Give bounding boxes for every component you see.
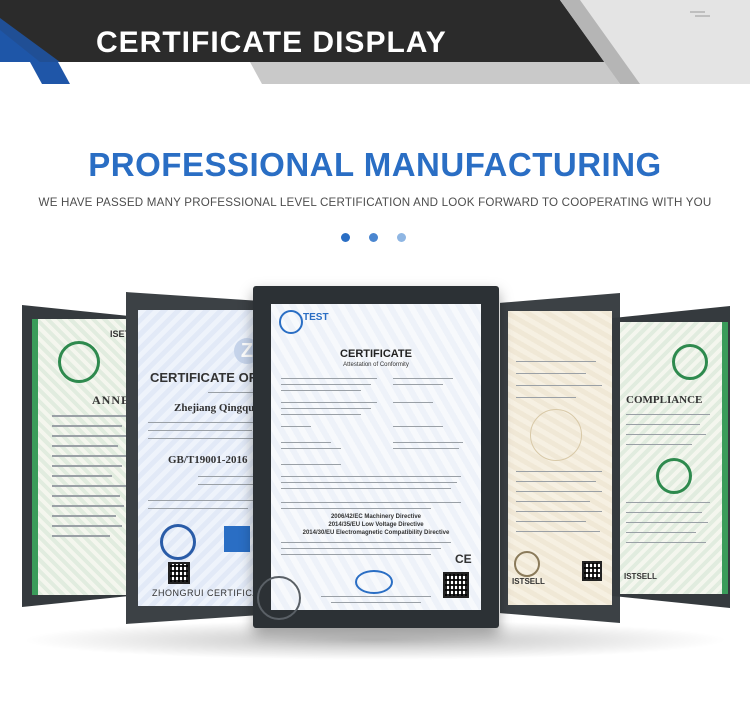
- seal-icon: [656, 458, 692, 494]
- seal-icon: [672, 344, 708, 380]
- certificate-paper: ISTSELL: [508, 311, 612, 605]
- qr-code-icon: [582, 561, 602, 581]
- carousel-dot-1[interactable]: [341, 233, 350, 242]
- carousel-dot-2[interactable]: [369, 233, 378, 242]
- certificate-paper: COMPLIANCE ISTSELL: [620, 322, 728, 594]
- directive-line-3: 2014/30/EU Electromagnetic Compatibility…: [302, 530, 450, 536]
- directive-line-1: 2006/42/EC Machinery Directive: [330, 514, 422, 520]
- certificate-label: ISTSELL: [512, 577, 545, 586]
- directive-line-2: 2014/35/EU Low Voltage Directive: [328, 522, 424, 528]
- qr-code-icon: [443, 572, 469, 598]
- certificate-frame-right: ISTSELL: [500, 293, 620, 623]
- certificate-footer: ZHONGRUI CERTIFICATION: [152, 588, 268, 598]
- certificate-heading: CERTIFICATE OF: [150, 370, 257, 385]
- ce-mark-icon: CE: [455, 552, 472, 566]
- certificate-logo-text: TEST: [303, 312, 329, 323]
- qr-code-icon: [168, 562, 190, 584]
- certificate-label: ISTSELL: [624, 572, 657, 581]
- certificate-paper: Z CERTIFICATE OF Zhejiang Qingquan GB/T1…: [138, 310, 268, 606]
- page-title: PROFESSIONAL MANUFACTURING: [88, 146, 662, 183]
- certificate-frame-center: TEST CERTIFICATE Attestation of Conformi…: [253, 286, 499, 628]
- stamp-icon: [514, 551, 540, 577]
- accreditation-mark-icon: [224, 526, 250, 552]
- page-subtitle: WE HAVE PASSED MANY PROFESSIONAL LEVEL C…: [38, 196, 712, 209]
- certificate-paper: TEST CERTIFICATE Attestation of Conformi…: [271, 304, 481, 610]
- certificate-heading: ANNE: [92, 393, 131, 407]
- accreditation-seal-icon: [160, 524, 196, 560]
- certificate-paper: ISET ANNE: [32, 319, 140, 595]
- header-banner: CERTIFICATE DISPLAY: [0, 0, 750, 90]
- certificate-frame-far-right: COMPLIANCE ISTSELL: [612, 306, 730, 608]
- certificate-standard: GB/T19001-2016: [168, 454, 248, 466]
- frame-corner-ornament-icon: [257, 576, 301, 620]
- carousel-dot-3[interactable]: [397, 233, 406, 242]
- banner-title: CERTIFICATE DISPLAY: [96, 26, 447, 59]
- seal-icon: [58, 341, 100, 383]
- certificate-heading: COMPLIANCE: [626, 394, 703, 406]
- carousel-indicator: [341, 233, 411, 243]
- watermark-seal-icon: [530, 409, 582, 461]
- certificate-frame-far-left: ISET ANNE: [22, 305, 140, 607]
- accreditation-seal-icon: [355, 570, 393, 594]
- certificate-heading: CERTIFICATE: [340, 348, 412, 360]
- certificate-subheading: Attestation of Conformity: [343, 362, 409, 368]
- test-logo-icon: [279, 310, 303, 334]
